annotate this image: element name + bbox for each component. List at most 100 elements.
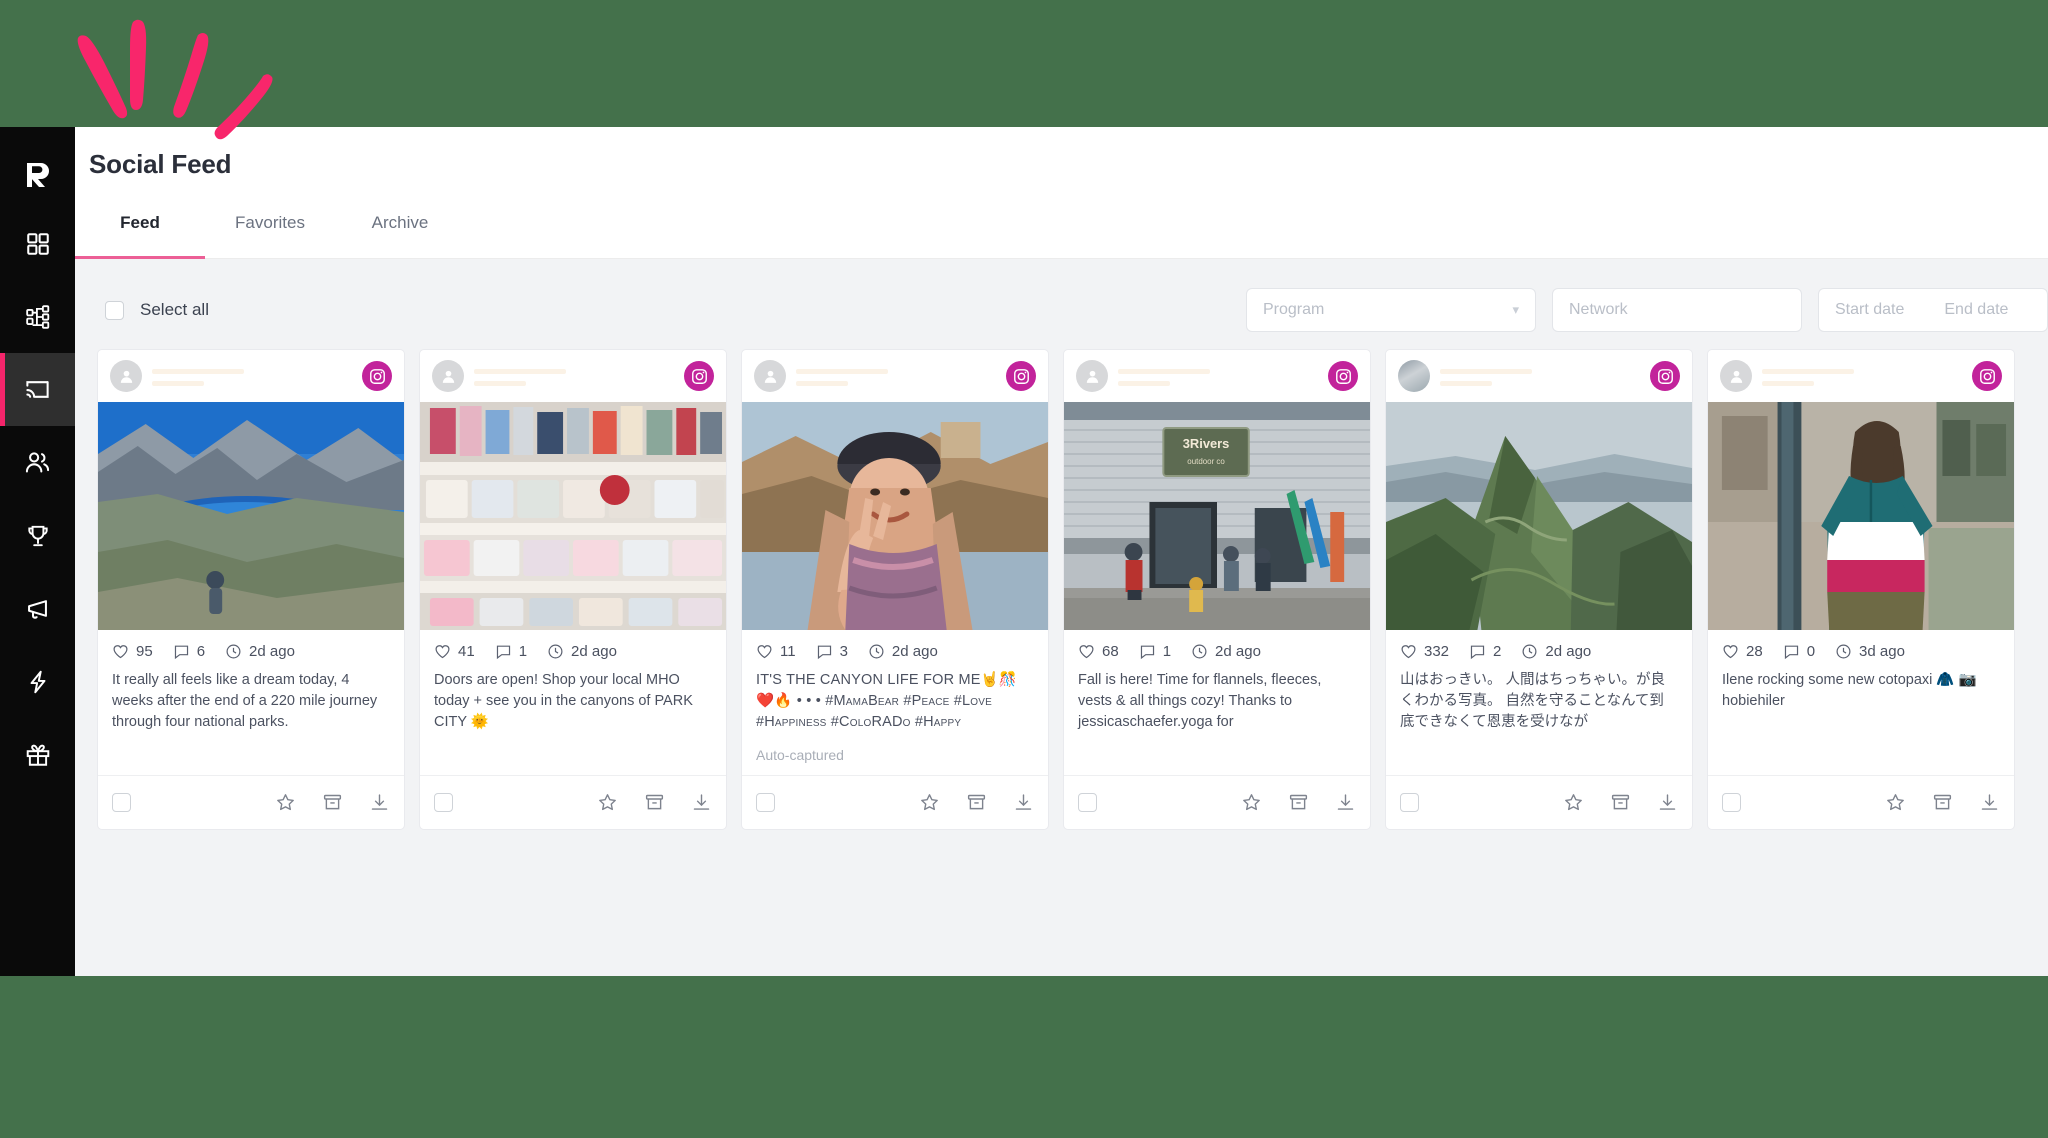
- post-select-checkbox[interactable]: [1400, 793, 1419, 813]
- heart-icon: [1723, 645, 1738, 659]
- app-window: Social Feed Feed Favorites Archive Selec…: [0, 127, 2048, 976]
- star-icon[interactable]: [919, 792, 940, 813]
- likes-stat: 95: [112, 643, 153, 660]
- post-actions: [597, 792, 712, 813]
- post-select-checkbox[interactable]: [434, 793, 453, 813]
- start-date-value: Start date: [1835, 301, 1905, 318]
- instagram-icon: [1972, 361, 2002, 391]
- clock-icon: [548, 644, 563, 659]
- clock-icon: [869, 644, 884, 659]
- post-image[interactable]: 3Rivers outdoor co: [1064, 402, 1370, 630]
- post-card[interactable]: 28 0 3d ago Ilene rocking some new cotop…: [1707, 349, 2015, 831]
- sidebar-item-boost[interactable]: [0, 645, 75, 718]
- comments-count: 0: [1806, 643, 1816, 660]
- username-redacted: [796, 367, 996, 386]
- username-redacted: [1440, 367, 1640, 386]
- star-icon[interactable]: [1563, 792, 1584, 813]
- post-card-footer: [420, 775, 726, 829]
- archive-icon[interactable]: [966, 792, 987, 813]
- sidebar-item-audience[interactable]: [0, 426, 75, 499]
- post-card[interactable]: 332 2 2d ago 山はおっきい。 人間はちっちゃい。が良くわかる写真。 …: [1385, 349, 1693, 831]
- clock-icon: [1836, 644, 1851, 659]
- post-select-checkbox[interactable]: [756, 793, 775, 813]
- tab-archive[interactable]: Archive: [335, 201, 465, 259]
- date-range-filter[interactable]: Start date End date: [1818, 288, 2048, 332]
- instagram-icon: [362, 361, 392, 391]
- username-redacted: [1762, 367, 1962, 386]
- post-card[interactable]: 3Rivers outdoor co 68 1 2d ago Fall is h…: [1063, 349, 1371, 831]
- end-date-value: End date: [1944, 301, 2009, 318]
- download-icon[interactable]: [1013, 792, 1034, 813]
- archive-icon[interactable]: [1610, 792, 1631, 813]
- username-redacted: [152, 367, 352, 386]
- archive-icon[interactable]: [644, 792, 665, 813]
- post-stats: 28 0 3d ago: [1708, 630, 2014, 664]
- post-select-checkbox[interactable]: [1078, 793, 1097, 813]
- program-filter[interactable]: Program ▾: [1246, 288, 1536, 332]
- download-icon[interactable]: [1657, 792, 1678, 813]
- star-icon[interactable]: [597, 792, 618, 813]
- post-card[interactable]: 11 3 2d ago IT'S THE CANYON LIFE FOR ME🤘…: [741, 349, 1049, 831]
- time-ago: 2d ago: [1545, 643, 1592, 660]
- star-icon[interactable]: [1241, 792, 1262, 813]
- sidebar-item-social-feed[interactable]: [0, 353, 75, 426]
- download-icon[interactable]: [1979, 792, 2000, 813]
- heart-icon: [757, 645, 772, 659]
- svg-text:outdoor co: outdoor co: [1187, 457, 1225, 466]
- archive-icon[interactable]: [322, 792, 343, 813]
- select-all-checkbox[interactable]: [105, 300, 124, 320]
- tab-feed[interactable]: Feed: [75, 201, 205, 259]
- comment-icon: [496, 645, 510, 660]
- post-card[interactable]: 41 1 2d ago Doors are open! Shop your lo…: [419, 349, 727, 831]
- download-icon[interactable]: [1335, 792, 1356, 813]
- select-all-control[interactable]: Select all: [97, 300, 209, 320]
- star-icon[interactable]: [275, 792, 296, 813]
- archive-icon[interactable]: [1932, 792, 1953, 813]
- time-ago: 2d ago: [571, 643, 617, 660]
- tab-favorites[interactable]: Favorites: [205, 201, 335, 259]
- sidebar-item-campaigns[interactable]: [0, 572, 75, 645]
- post-image[interactable]: [1386, 402, 1692, 630]
- post-image[interactable]: [420, 402, 726, 630]
- sidebar-item-dashboard[interactable]: [0, 207, 75, 280]
- time-ago: 2d ago: [1215, 643, 1261, 660]
- comments-stat: 6: [173, 643, 205, 660]
- sidebar-item-reports[interactable]: [0, 280, 75, 353]
- sidebar-item-competitive[interactable]: [0, 499, 75, 572]
- people-icon: [25, 452, 50, 473]
- hiker-alpine-lake-image: [98, 402, 404, 630]
- post-image[interactable]: [742, 402, 1048, 630]
- post-card[interactable]: 95 6 2d ago It really all feels like a d…: [97, 349, 405, 831]
- time-ago: 3d ago: [1859, 643, 1905, 660]
- rival-iq-logo-icon: [26, 163, 49, 187]
- program-filter-value: Program: [1263, 301, 1325, 318]
- network-filter[interactable]: Network: [1552, 288, 1802, 332]
- person-icon: [764, 370, 776, 383]
- likes-count: 28: [1746, 643, 1763, 660]
- post-caption: Ilene rocking some new cotopaxi 🧥 📷 hobi…: [1722, 672, 1977, 710]
- post-stats: 41 1 2d ago: [420, 630, 726, 664]
- avatar: [1398, 360, 1430, 392]
- archive-icon[interactable]: [1288, 792, 1309, 813]
- post-card-header: [1386, 350, 1692, 402]
- post-image[interactable]: [1708, 402, 2014, 630]
- download-icon[interactable]: [369, 792, 390, 813]
- lightning-icon: [30, 670, 45, 693]
- download-icon[interactable]: [691, 792, 712, 813]
- likes-count: 68: [1102, 643, 1119, 660]
- sidebar-item-rewards[interactable]: [0, 718, 75, 791]
- hierarchy-icon: [25, 304, 49, 329]
- grid-icon: [26, 232, 49, 255]
- comment-icon: [1140, 645, 1154, 660]
- post-actions: [1241, 792, 1356, 813]
- comments-count: 3: [839, 643, 848, 660]
- post-image[interactable]: [98, 402, 404, 630]
- post-select-checkbox[interactable]: [112, 793, 131, 813]
- comment-icon: [1470, 645, 1485, 660]
- star-icon[interactable]: [1885, 792, 1906, 813]
- post-select-checkbox[interactable]: [1722, 793, 1741, 813]
- post-actions: [1885, 792, 2000, 813]
- app-logo[interactable]: [0, 143, 75, 207]
- post-card-list: 95 6 2d ago It really all feels like a d…: [97, 349, 2048, 831]
- screen: Social Feed Feed Favorites Archive Selec…: [0, 0, 2048, 1138]
